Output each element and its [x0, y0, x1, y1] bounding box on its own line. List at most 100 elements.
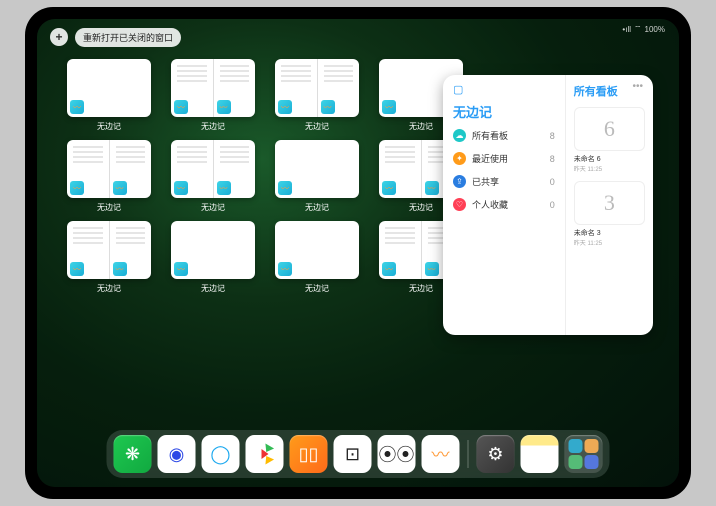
sidebar-item-label: 个人收藏 — [472, 198, 508, 211]
window-thumbnail[interactable] — [67, 140, 151, 198]
app-window[interactable]: 无边记 — [67, 221, 151, 294]
window-label: 无边记 — [305, 202, 329, 213]
sidebar-item[interactable]: ✦ 最近使用 8 — [453, 152, 555, 165]
window-thumbnail[interactable] — [275, 59, 359, 117]
freeform-app-icon — [113, 262, 127, 276]
window-thumbnail[interactable] — [275, 140, 359, 198]
notes-icon[interactable] — [521, 435, 559, 473]
sidebar-item-count: 8 — [550, 154, 555, 164]
board-subtitle: 昨天 11:25 — [574, 238, 645, 247]
quark-hd-icon[interactable]: ◉ — [158, 435, 196, 473]
freeform-app-icon — [70, 181, 84, 195]
sidebar-item-label: 最近使用 — [472, 152, 508, 165]
board-title: 未命名 6 — [574, 154, 645, 164]
panel-sidebar: ▢ 无边记 ☁ 所有看板 8 ✦ 最近使用 8 ⇪ 已共享 0 ♡ 个人收藏 0 — [443, 75, 565, 335]
window-thumbnail[interactable] — [171, 140, 255, 198]
app-window[interactable]: 无边记 — [275, 221, 359, 294]
sidebar-item-count: 0 — [550, 177, 555, 187]
freeform-app-icon — [174, 181, 188, 195]
sidebar-toggle-icon[interactable]: ▢ — [453, 83, 555, 96]
quark-icon[interactable]: ◯ — [202, 435, 240, 473]
sidebar-item-icon: ♡ — [453, 198, 466, 211]
add-button[interactable]: + — [50, 28, 68, 46]
freeform-app-icon — [382, 181, 396, 195]
window-label: 无边记 — [409, 283, 433, 294]
board-card[interactable]: 3 未命名 3昨天 11:25 — [574, 181, 645, 247]
more-icon[interactable]: ••• — [632, 81, 643, 92]
window-label: 无边记 — [409, 202, 433, 213]
dice-icon[interactable]: ⊡ — [334, 435, 372, 473]
freeform-app-icon — [278, 181, 292, 195]
freeform-app-icon — [425, 181, 439, 195]
app-window[interactable]: 无边记 — [275, 140, 359, 213]
ipad-frame: •ıll ⌔ 100% + 重新打开已关闭的窗口 无边记无边记无边记无边记无边记… — [25, 7, 691, 499]
settings-icon[interactable]: ⚙ — [477, 435, 515, 473]
window-label: 无边记 — [97, 202, 121, 213]
status-bar: •ıll ⌔ 100% — [622, 24, 665, 34]
freeform-app-icon — [217, 181, 231, 195]
sidebar-item-count: 0 — [550, 200, 555, 210]
freeform-app-icon — [382, 100, 396, 114]
app-window[interactable]: 无边记 — [67, 140, 151, 213]
window-grid: 无边记无边记无边记无边记无边记无边记无边记无边记无边记无边记无边记无边记 — [67, 59, 463, 294]
freeform-app-icon — [278, 100, 292, 114]
freeform-app-icon — [321, 100, 335, 114]
freeform-app-icon — [113, 181, 127, 195]
window-label: 无边记 — [305, 283, 329, 294]
freeform-icon[interactable]: 〰 — [422, 435, 460, 473]
window-label: 无边记 — [201, 121, 225, 132]
sidebar-item-count: 8 — [550, 131, 555, 141]
app-window[interactable]: 无边记 — [171, 140, 255, 213]
window-label: 无边记 — [409, 121, 433, 132]
battery-icon: 100% — [645, 25, 665, 34]
window-label: 无边记 — [201, 283, 225, 294]
wifi-icon: ⌔ — [634, 24, 642, 34]
window-thumbnail[interactable] — [275, 221, 359, 279]
window-label: 无边记 — [97, 121, 121, 132]
freeform-app-icon — [70, 262, 84, 276]
freeform-app-icon — [70, 100, 84, 114]
signal-icon: •ıll — [622, 25, 631, 34]
freeform-app-icon — [425, 262, 439, 276]
freeform-app-icon — [217, 100, 231, 114]
dock: ❋◉◯ ▯▯⊡⦿⦿〰 ⚙ — [107, 430, 610, 478]
window-label: 无边记 — [97, 283, 121, 294]
sidebar-item-label: 所有看板 — [472, 129, 508, 142]
board-preview: 3 — [574, 181, 645, 225]
iqiyi-icon[interactable] — [246, 435, 284, 473]
reopen-closed-window-button[interactable]: 重新打开已关闭的窗口 — [75, 28, 181, 47]
sidebar-item[interactable]: ⇪ 已共享 0 — [453, 175, 555, 188]
sidebar-item-icon: ⇪ — [453, 175, 466, 188]
board-preview: 6 — [574, 107, 645, 151]
books-icon[interactable]: ▯▯ — [290, 435, 328, 473]
freeform-app-icon — [174, 262, 188, 276]
freeform-panel[interactable]: ••• ▢ 无边记 ☁ 所有看板 8 ✦ 最近使用 8 ⇪ 已共享 0 ♡ 个人收藏 0 所有看板 6… — [443, 75, 653, 335]
sidebar-item[interactable]: ♡ 个人收藏 0 — [453, 198, 555, 211]
app-window[interactable]: 无边记 — [275, 59, 359, 132]
freeform-app-icon — [174, 100, 188, 114]
panel-title: 无边记 — [453, 102, 555, 121]
app-library-icon[interactable] — [565, 435, 603, 473]
board-title: 未命名 3 — [574, 228, 645, 238]
window-thumbnail[interactable] — [171, 59, 255, 117]
screen: •ıll ⌔ 100% + 重新打开已关闭的窗口 无边记无边记无边记无边记无边记… — [37, 19, 679, 487]
app-window[interactable]: 无边记 — [171, 59, 255, 132]
sidebar-item[interactable]: ☁ 所有看板 8 — [453, 129, 555, 142]
window-thumbnail[interactable] — [67, 221, 151, 279]
app-window[interactable]: 无边记 — [67, 59, 151, 132]
board-subtitle: 昨天 11:25 — [574, 164, 645, 173]
panel-content: 所有看板 6未命名 6昨天 11:253未命名 3昨天 11:25 — [565, 75, 653, 335]
window-thumbnail[interactable] — [171, 221, 255, 279]
wechat-icon[interactable]: ❋ — [114, 435, 152, 473]
window-thumbnail[interactable] — [67, 59, 151, 117]
sidebar-item-icon: ✦ — [453, 152, 466, 165]
dock-separator — [468, 440, 469, 468]
sidebar-item-label: 已共享 — [472, 175, 499, 188]
app-window[interactable]: 无边记 — [171, 221, 255, 294]
board-card[interactable]: 6 未命名 6昨天 11:25 — [574, 107, 645, 173]
window-label: 无边记 — [305, 121, 329, 132]
sidebar-item-icon: ☁ — [453, 129, 466, 142]
handoff-icon[interactable]: ⦿⦿ — [378, 435, 416, 473]
window-label: 无边记 — [201, 202, 225, 213]
freeform-app-icon — [382, 262, 396, 276]
